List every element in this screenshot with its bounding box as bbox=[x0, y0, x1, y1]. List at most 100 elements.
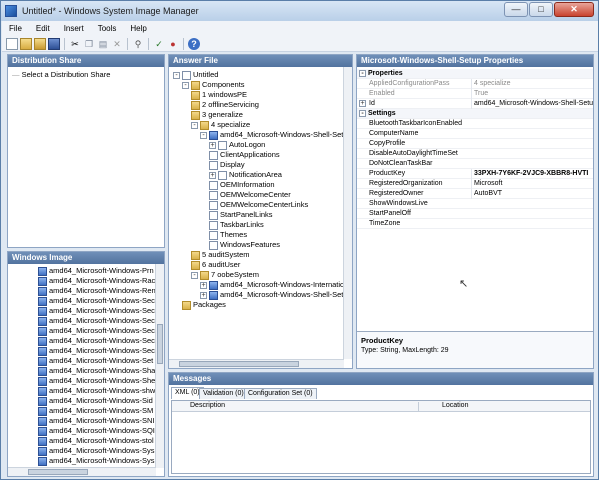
tree-component[interactable]: - amd64_Microsoft-Windows-Shell-Setup_n bbox=[200, 130, 352, 140]
property-value[interactable]: amd64_Microsoft-Windows-Shell-Setup_... bbox=[471, 99, 593, 109]
tree-setting[interactable]: WindowsFeatures bbox=[209, 240, 280, 250]
property-row[interactable]: AppliedConfigurationPass 4 specialize bbox=[357, 79, 593, 89]
windows-image-item[interactable]: amd64_Microsoft-Windows-Sec bbox=[38, 316, 155, 326]
tree-setting[interactable]: Display bbox=[209, 160, 245, 170]
tree-pass[interactable]: 2 offlineServicing bbox=[191, 100, 259, 110]
windows-image-item[interactable]: amd64_Microsoft-Windows-Prn bbox=[38, 266, 154, 276]
collapse-icon[interactable]: - bbox=[191, 121, 198, 129]
property-row[interactable]: TimeZone bbox=[357, 219, 593, 229]
property-value[interactable]: AutoBVT bbox=[471, 189, 593, 199]
close-button[interactable]: ✕ bbox=[554, 2, 594, 17]
menu-tools[interactable]: Tools bbox=[91, 24, 124, 33]
menu-file[interactable]: File bbox=[2, 24, 29, 33]
tab-configuration-set[interactable]: Configuration Set (0) bbox=[244, 388, 317, 399]
windows-image-item[interactable]: amd64_Microsoft-Windows-Sec bbox=[38, 326, 155, 336]
tree-setting[interactable]: OEMWelcomeCenter bbox=[209, 190, 291, 200]
answer-file-hscrollbar[interactable] bbox=[169, 359, 344, 368]
property-value[interactable]: 4 specialize bbox=[471, 79, 593, 89]
windows-image-item[interactable]: amd64_Microsoft-Windows-Sec bbox=[38, 336, 155, 346]
windows-image-item[interactable]: amd64_Microsoft-Windows-Sys bbox=[38, 446, 154, 456]
windows-image-hscrollbar[interactable] bbox=[8, 467, 156, 476]
property-value[interactable]: Microsoft bbox=[471, 179, 593, 189]
tree-packages[interactable]: Packages bbox=[182, 300, 226, 310]
save-icon[interactable] bbox=[48, 37, 60, 50]
windows-image-item[interactable]: amd64_Microsoft-Windows-shw bbox=[38, 386, 155, 396]
cut-icon[interactable]: ✂ bbox=[69, 38, 81, 50]
scroll-thumb[interactable] bbox=[28, 469, 88, 475]
windows-image-item[interactable]: amd64_Microsoft-Windows-SM bbox=[38, 406, 153, 416]
property-row[interactable]: RegisteredOrganization Microsoft bbox=[357, 179, 593, 189]
expand-icon[interactable]: + bbox=[359, 100, 366, 107]
expand-icon[interactable]: + bbox=[209, 141, 216, 149]
maximize-button[interactable]: □ bbox=[529, 2, 553, 17]
windows-image-item[interactable]: amd64_Microsoft-Windows-SNI bbox=[38, 416, 154, 426]
tree-pass[interactable]: 6 auditUser bbox=[191, 260, 240, 270]
property-row[interactable]: RegisteredOwner AutoBVT bbox=[357, 189, 593, 199]
menu-insert[interactable]: Insert bbox=[57, 24, 91, 33]
menu-help[interactable]: Help bbox=[123, 24, 153, 33]
collapse-icon[interactable]: - bbox=[173, 71, 180, 79]
collapse-icon[interactable]: - bbox=[200, 131, 207, 139]
collapse-icon[interactable]: - bbox=[191, 271, 198, 279]
tree-setting[interactable]: + NotificationArea bbox=[209, 170, 282, 180]
open-icon[interactable] bbox=[20, 37, 32, 50]
copy-icon[interactable]: ❐ bbox=[83, 38, 95, 50]
windows-image-item[interactable]: amd64_Microsoft-Windows-Sec bbox=[38, 296, 155, 306]
collapse-icon[interactable]: - bbox=[359, 69, 366, 77]
minimize-button[interactable]: — bbox=[504, 2, 528, 17]
property-row[interactable]: ComputerName bbox=[357, 129, 593, 139]
tree-root[interactable]: - Untitled bbox=[173, 70, 218, 80]
property-row[interactable]: DoNotCleanTaskBar bbox=[357, 159, 593, 169]
windows-image-item[interactable]: amd64_Microsoft-Windows-Set bbox=[38, 356, 153, 366]
tree-setting[interactable]: ClientApplications bbox=[209, 150, 280, 160]
scroll-thumb[interactable] bbox=[179, 361, 299, 367]
expand-icon[interactable]: + bbox=[209, 171, 216, 179]
tree-pass[interactable]: - 7 oobeSystem bbox=[191, 270, 259, 280]
tree-pass[interactable]: 1 windowsPE bbox=[191, 90, 247, 100]
select-distribution-share-item[interactable]: — Select a Distribution Share bbox=[12, 70, 110, 80]
paste-icon[interactable]: ▤ bbox=[97, 38, 109, 50]
title-bar[interactable]: Untitled* - Windows System Image Manager… bbox=[1, 1, 598, 21]
tree-components[interactable]: - Components bbox=[182, 80, 245, 90]
tree-setting[interactable]: StartPanelLinks bbox=[209, 210, 273, 220]
windows-image-item[interactable]: amd64_Microsoft-Windows-Rac bbox=[38, 276, 155, 286]
property-value[interactable]: 33PXH-7Y6KF-2VJC9-XBBR8-HVTI bbox=[471, 169, 593, 179]
property-row[interactable]: ProductKey 33PXH-7Y6KF-2VJC9-XBBR8-HVTI bbox=[357, 169, 593, 179]
find-icon[interactable]: ⚲ bbox=[132, 38, 144, 50]
tree-setting[interactable]: OEMWelcomeCenterLinks bbox=[209, 200, 308, 210]
property-row[interactable]: +Id amd64_Microsoft-Windows-Shell-Setup_.… bbox=[357, 99, 593, 109]
property-value[interactable]: True bbox=[471, 89, 593, 99]
property-category[interactable]: - Properties bbox=[357, 69, 593, 79]
windows-image-vscrollbar[interactable] bbox=[155, 264, 164, 468]
answer-file-vscrollbar[interactable] bbox=[343, 67, 352, 359]
property-row[interactable]: Enabled True bbox=[357, 89, 593, 99]
validate-icon[interactable]: ✓ bbox=[153, 38, 165, 50]
windows-image-item[interactable]: amd64_Microsoft-Windows-stol bbox=[38, 436, 154, 446]
property-row[interactable]: CopyProfile bbox=[357, 139, 593, 149]
windows-image-item[interactable]: amd64_Microsoft-Windows-Sec bbox=[38, 306, 155, 316]
tree-pass[interactable]: 5 auditSystem bbox=[191, 250, 250, 260]
open-folder-icon[interactable] bbox=[34, 37, 46, 50]
windows-image-item[interactable]: amd64_Microsoft-Windows-SQI bbox=[38, 426, 155, 436]
column-description[interactable]: Description bbox=[190, 402, 225, 409]
tree-pass[interactable]: - 4 specialize bbox=[191, 120, 250, 130]
tab-validation[interactable]: Validation (0) bbox=[199, 388, 248, 399]
configuration-set-icon[interactable]: ● bbox=[167, 38, 179, 50]
tree-component[interactable]: + amd64_Microsoft-Windows-International-C bbox=[200, 280, 352, 290]
tree-setting[interactable]: + AutoLogon bbox=[209, 140, 265, 150]
property-category[interactable]: - Settings bbox=[357, 109, 593, 119]
collapse-icon[interactable]: - bbox=[182, 81, 189, 89]
windows-image-item[interactable]: amd64_Microsoft-Windows-Sha bbox=[38, 366, 155, 376]
menu-edit[interactable]: Edit bbox=[29, 24, 57, 33]
property-row[interactable]: StartPanelOff bbox=[357, 209, 593, 219]
scroll-thumb[interactable] bbox=[157, 324, 163, 364]
tree-setting[interactable]: OEMInformation bbox=[209, 180, 275, 190]
windows-image-item[interactable]: amd64_Microsoft-Windows-She bbox=[38, 376, 155, 386]
collapse-icon[interactable]: - bbox=[359, 109, 366, 117]
windows-image-item[interactable]: amd64_Microsoft-Windows-Sid bbox=[38, 396, 153, 406]
new-icon[interactable] bbox=[6, 37, 18, 50]
windows-image-item[interactable]: amd64_Microsoft-Windows-Ren bbox=[38, 286, 156, 296]
property-row[interactable]: BluetoothTaskbarIconEnabled bbox=[357, 119, 593, 129]
expand-icon[interactable]: + bbox=[200, 291, 207, 299]
tree-setting[interactable]: TaskbarLinks bbox=[209, 220, 264, 230]
